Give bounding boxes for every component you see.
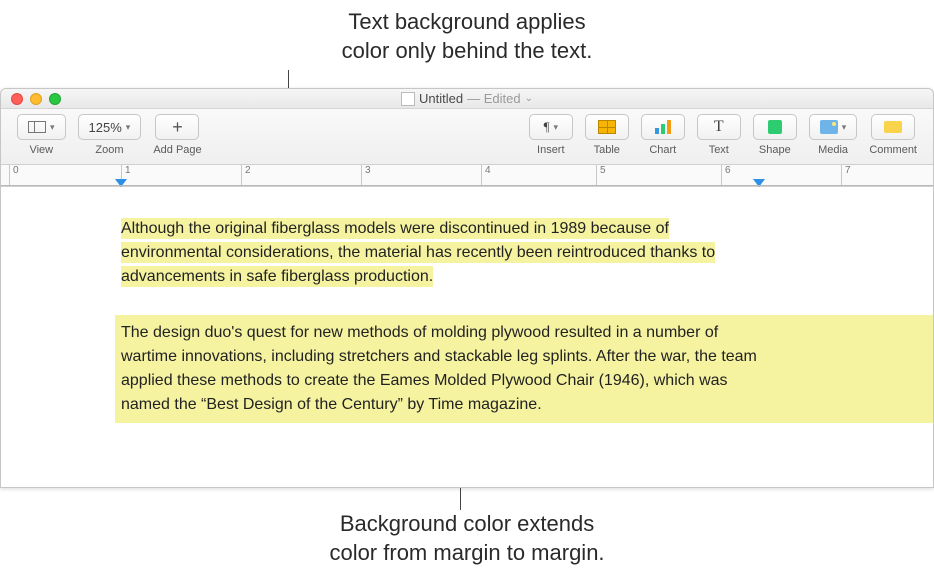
toolbar-label: Shape xyxy=(759,144,791,156)
toolbar-label: Insert xyxy=(537,144,565,156)
text-button[interactable]: T xyxy=(697,114,741,140)
toolbar-label: Text xyxy=(709,144,729,156)
document-canvas[interactable]: Although the original fiberglass models … xyxy=(1,187,933,487)
comment-button[interactable] xyxy=(871,114,915,140)
callout-background-color: Background color extends color from marg… xyxy=(0,510,934,567)
app-window: Untitled — Edited ⌄ ▾ View 125% ▾ Zoom +… xyxy=(0,88,934,488)
ruler-tick: 3 xyxy=(361,165,371,186)
zoom-value: 125% xyxy=(89,120,122,135)
paragraph-text: The design duo's quest for new methods o… xyxy=(121,321,761,417)
ruler-tick: 5 xyxy=(596,165,606,186)
edited-indicator: — Edited xyxy=(467,91,520,106)
chevron-down-icon: ▾ xyxy=(553,122,558,133)
toolbar-label: Table xyxy=(594,144,620,156)
media-button[interactable]: ▾ xyxy=(809,114,858,140)
toolbar-label: View xyxy=(29,144,53,156)
toolbar: ▾ View 125% ▾ Zoom + Add Page ¶ ▾ Insert xyxy=(1,109,933,165)
chart-button[interactable] xyxy=(641,114,685,140)
toolbar-label: Add Page xyxy=(153,144,201,156)
ruler-tick: 4 xyxy=(481,165,491,186)
toolbar-label: Chart xyxy=(649,144,676,156)
callout-text-background: Text background applies color only behin… xyxy=(0,8,934,65)
ruler-tick: 7 xyxy=(841,165,851,186)
paragraph-text-bg[interactable]: Although the original fiberglass models … xyxy=(121,217,761,289)
toolbar-label: Media xyxy=(818,144,848,156)
zoom-button[interactable]: 125% ▾ xyxy=(78,114,142,140)
paragraph-text: Although the original fiberglass models … xyxy=(121,218,715,287)
plus-icon: + xyxy=(172,118,183,136)
ruler-tick: 6 xyxy=(721,165,731,186)
insert-button[interactable]: ¶ ▾ xyxy=(529,114,573,140)
ruler-tick: 2 xyxy=(241,165,251,186)
media-icon xyxy=(820,120,838,134)
comment-icon xyxy=(884,121,902,133)
paragraph-block-bg[interactable]: The design duo's quest for new methods o… xyxy=(115,315,933,423)
table-icon xyxy=(598,120,616,134)
add-page-button[interactable]: + xyxy=(155,114,199,140)
pilcrow-icon: ¶ xyxy=(544,119,550,135)
titlebar: Untitled — Edited ⌄ xyxy=(1,89,933,109)
chevron-down-icon: ▾ xyxy=(126,122,131,133)
chevron-down-icon: ⌄ xyxy=(525,93,533,104)
chart-icon xyxy=(655,120,671,134)
chevron-down-icon: ▾ xyxy=(50,122,55,133)
toolbar-label: Zoom xyxy=(95,144,123,156)
chevron-down-icon: ▾ xyxy=(842,122,847,133)
table-button[interactable] xyxy=(585,114,629,140)
view-button[interactable]: ▾ xyxy=(17,114,66,140)
document-icon xyxy=(401,92,415,106)
ruler[interactable]: 0 1 2 3 4 5 6 7 xyxy=(1,165,933,187)
callout-line: color only behind the text. xyxy=(0,37,934,66)
toolbar-label: Comment xyxy=(869,144,917,156)
ruler-tick: 0 xyxy=(9,165,19,186)
shape-button[interactable] xyxy=(753,114,797,140)
callout-line: Background color extends xyxy=(0,510,934,539)
callout-line: Text background applies xyxy=(0,8,934,37)
shape-icon xyxy=(768,120,782,134)
callout-line: color from margin to margin. xyxy=(0,539,934,568)
document-title-group[interactable]: Untitled — Edited ⌄ xyxy=(1,91,933,106)
view-icon xyxy=(28,121,46,133)
document-title: Untitled xyxy=(419,91,463,106)
text-icon: T xyxy=(714,118,724,136)
